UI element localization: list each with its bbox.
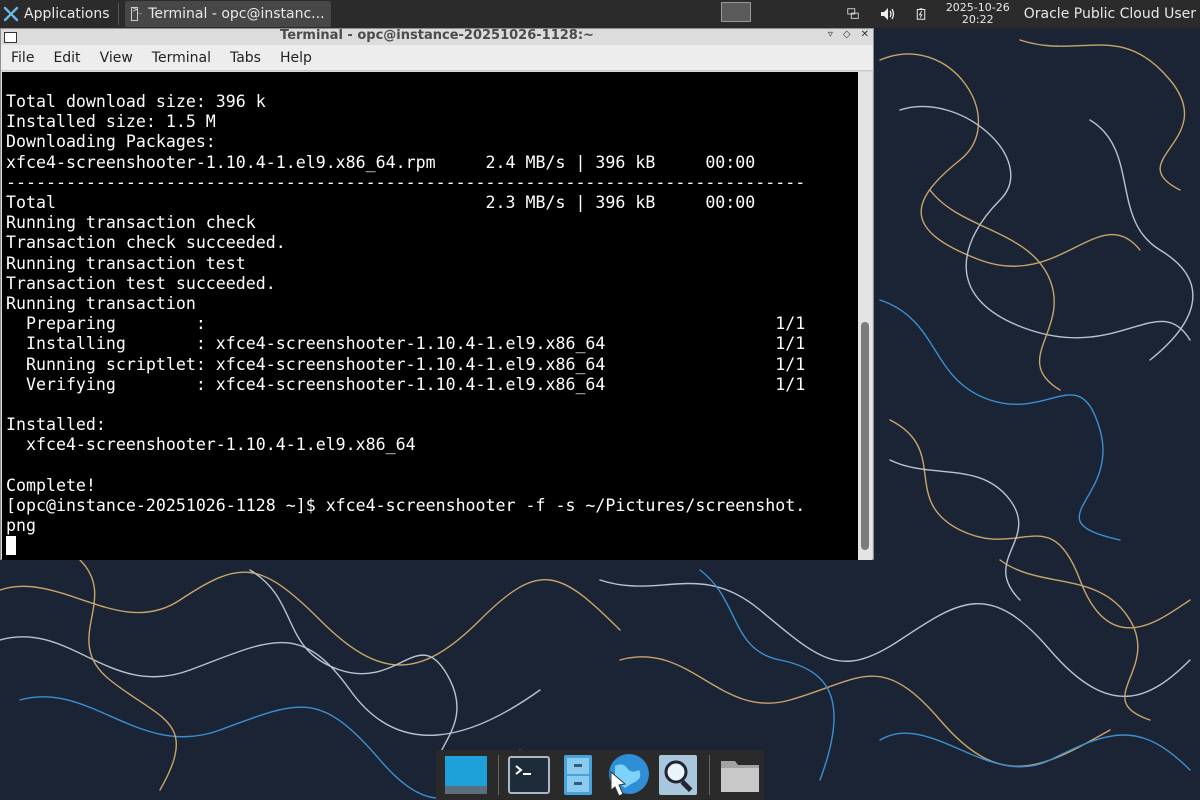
terminal-line: Running transaction test xyxy=(6,253,246,273)
terminal-line: xfce4-screenshooter-1.10.4-1.el9.x86_64 xyxy=(6,435,416,455)
search-icon xyxy=(659,755,698,795)
terminal-line: Preparing : 1/1 xyxy=(6,314,806,334)
menu-help[interactable]: Help xyxy=(270,50,321,66)
taskbar-terminal-button[interactable]: Terminal - opc@instanc... xyxy=(124,1,331,27)
terminal-icon xyxy=(130,5,142,21)
terminal-line: Running transaction xyxy=(6,294,196,314)
window-titlebar[interactable]: Terminal - opc@instance-20251026-1128:~ … xyxy=(1,28,873,45)
terminal-line: Installed: xyxy=(6,415,106,435)
user-menu[interactable]: Oracle Public Cloud User xyxy=(1018,6,1200,22)
terminal-line: Running scriptlet: xfce4-screenshooter-1… xyxy=(6,354,806,374)
dock-browser-button[interactable] xyxy=(605,752,651,798)
system-tray: 2025-10-26 20:22 Oracle Public Cloud Use… xyxy=(836,0,1200,28)
terminal-line: Complete! xyxy=(6,475,96,495)
close-button[interactable]: ✕ xyxy=(861,29,869,40)
terminal-line: xfce4-screenshooter-1.10.4-1.el9.x86_64.… xyxy=(6,152,756,172)
terminal-scrollbar[interactable] xyxy=(858,72,872,560)
terminal-line: png xyxy=(6,516,36,536)
terminal-line: ----------------------------------------… xyxy=(6,172,806,192)
terminal-cursor xyxy=(6,536,16,556)
folder-icon xyxy=(720,761,759,792)
top-panel: Applications Terminal - opc@instanc... 2… xyxy=(0,0,1200,28)
terminal-text: Total download size: 396 k Installed size… xyxy=(2,72,859,557)
minimize-button[interactable]: ▿ xyxy=(828,29,833,40)
terminal-line: Transaction test succeeded. xyxy=(6,273,276,293)
dock-separator xyxy=(708,755,710,795)
show-desktop-icon xyxy=(445,756,487,794)
menu-terminal[interactable]: Terminal xyxy=(142,50,220,66)
applications-menu-button[interactable]: Applications xyxy=(0,0,116,28)
menu-bar: File Edit View Terminal Tabs Help xyxy=(1,45,873,71)
menu-view[interactable]: View xyxy=(90,50,142,66)
show-desktop-button[interactable] xyxy=(443,752,489,798)
terminal-line: Installed size: 1.5 M xyxy=(6,112,216,132)
terminal-window: Terminal - opc@instance-20251026-1128:~ … xyxy=(0,28,874,560)
terminal-line: Transaction check succeeded. xyxy=(6,233,286,253)
taskbar-terminal-label: Terminal - opc@instanc... xyxy=(148,6,325,22)
network-icon[interactable] xyxy=(844,5,862,23)
terminal-line: Installing : xfce4-screenshooter-1.10.4-… xyxy=(6,334,806,354)
menu-tabs[interactable]: Tabs xyxy=(220,50,270,66)
dock-separator xyxy=(498,755,499,795)
scrollbar-thumb[interactable] xyxy=(861,322,869,550)
battery-icon[interactable] xyxy=(912,5,930,23)
terminal-icon xyxy=(508,756,551,794)
clock[interactable]: 2025-10-26 20:22 xyxy=(938,2,1018,26)
dock-search-button[interactable] xyxy=(657,752,700,798)
web-browser-icon xyxy=(609,754,650,797)
panel-separator xyxy=(117,3,119,25)
maximize-button[interactable]: ◇ xyxy=(843,29,851,40)
clock-time: 20:22 xyxy=(961,13,994,26)
dock xyxy=(436,750,764,800)
dock-folder-button[interactable] xyxy=(718,752,761,798)
terminal-line: Verifying : xfce4-screenshooter-1.10.4-1… xyxy=(6,374,806,394)
dock-files-button[interactable] xyxy=(556,752,599,798)
terminal-line: Total download size: 396 k xyxy=(6,92,266,111)
dock-terminal-button[interactable] xyxy=(508,752,551,798)
terminal-line: Running transaction check xyxy=(6,213,256,233)
terminal-line: [opc@instance-20251026-1128 ~]$ xfce4-sc… xyxy=(6,496,806,516)
applications-label: Applications xyxy=(24,6,110,22)
volume-icon[interactable] xyxy=(878,5,896,23)
workspace-switcher[interactable] xyxy=(721,2,751,22)
applications-logo-icon xyxy=(3,6,19,22)
menu-edit[interactable]: Edit xyxy=(43,50,89,66)
window-title: Terminal - opc@instance-20251026-1128:~ xyxy=(280,28,594,43)
menu-file[interactable]: File xyxy=(1,50,43,66)
file-cabinet-icon xyxy=(563,755,592,795)
terminal-output[interactable]: Total download size: 396 k Installed size… xyxy=(2,72,859,560)
terminal-line: Total 2.3 MB/s | 396 kB 00:00 xyxy=(6,193,756,213)
terminal-line: Downloading Packages: xyxy=(6,132,216,152)
